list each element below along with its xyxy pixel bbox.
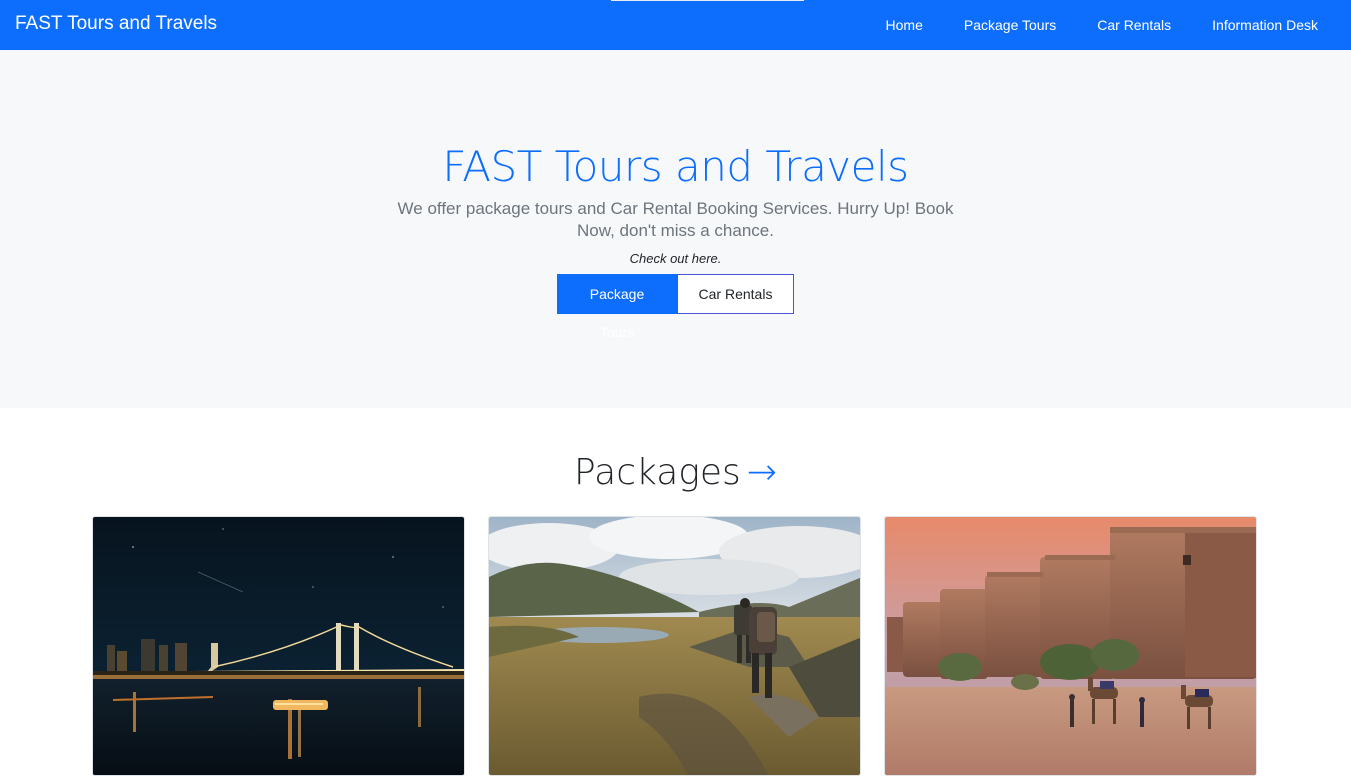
package-card-hiking[interactable] <box>488 516 861 776</box>
night-bridge-image <box>93 517 464 775</box>
navbar: FAST Tours and Travels Home Package Tour… <box>0 0 1351 50</box>
arrow-right-icon[interactable]: → <box>747 452 777 493</box>
nav-links: Home Package Tours Car Rentals Informati… <box>886 0 1351 50</box>
hero-button-group: Package Tours Car Rentals <box>557 274 794 340</box>
nav-information-desk[interactable]: Information Desk <box>1212 17 1318 33</box>
nav-home[interactable]: Home <box>886 17 923 33</box>
hero-section: FAST Tours and Travels We offer package … <box>0 50 1351 408</box>
packages-heading-text: Packages <box>574 452 741 493</box>
hero-check-text: Check out here. <box>629 251 722 266</box>
package-card-desert-fort[interactable] <box>884 516 1257 776</box>
hiking-image <box>489 517 860 775</box>
top-indicator <box>611 0 804 1</box>
packages-heading: Packages → <box>0 452 1351 493</box>
package-card-night-bridge[interactable] <box>92 516 465 776</box>
hero-subtitle: We offer package tours and Car Rental Bo… <box>397 199 954 240</box>
package-tours-button[interactable]: Package Tours <box>557 274 677 340</box>
hero-title: FAST Tours and Travels <box>442 142 909 191</box>
brand-link[interactable]: FAST Tours and Travels <box>15 13 217 35</box>
nav-car-rentals[interactable]: Car Rentals <box>1097 17 1171 33</box>
car-rentals-button[interactable]: Car Rentals <box>677 274 794 314</box>
desert-fort-image <box>885 517 1256 775</box>
nav-package-tours[interactable]: Package Tours <box>964 17 1056 33</box>
